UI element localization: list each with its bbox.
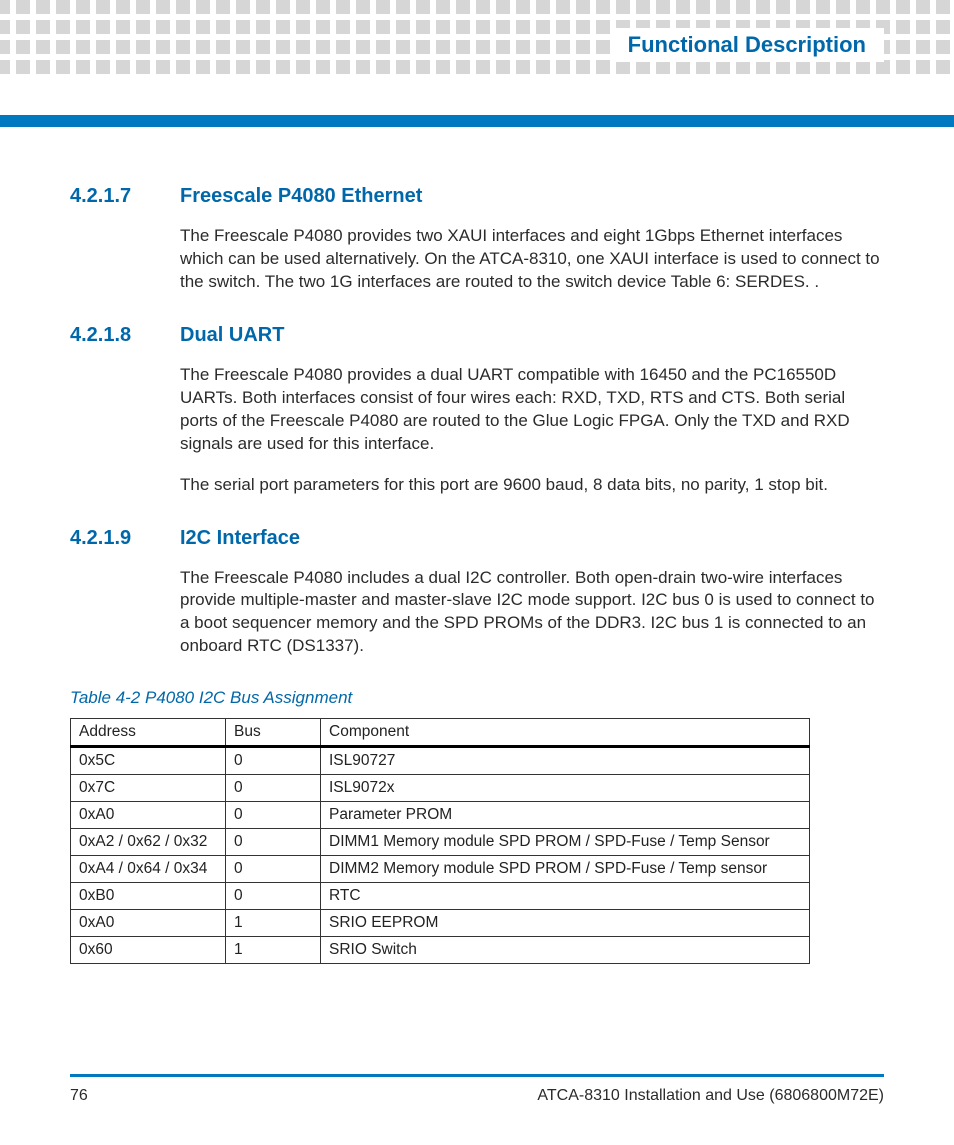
- section-title: I2C Interface: [180, 527, 884, 550]
- section-heading: 4.2.1.7 Freescale P4080 Ethernet: [70, 185, 884, 208]
- header-title-container: Functional Description: [610, 28, 884, 62]
- table-row: 0x5C0ISL90727: [71, 747, 810, 775]
- page-section-title: Functional Description: [628, 32, 866, 57]
- section-title: Dual UART: [180, 324, 884, 347]
- page-content: 4.2.1.7 Freescale P4080 Ethernet The Fre…: [70, 185, 884, 964]
- table-caption: Table 4-2 P4080 I2C Bus Assignment: [70, 688, 884, 708]
- i2c-bus-table: Address Bus Component 0x5C0ISL907270x7C0…: [70, 718, 810, 964]
- table-cell: SRIO EEPROM: [321, 910, 810, 937]
- table-cell: SRIO Switch: [321, 937, 810, 964]
- header-dot-pattern: Functional Description: [0, 0, 954, 90]
- table-header-cell: Address: [71, 719, 226, 747]
- header-divider-bar: [0, 115, 954, 127]
- section-title: Freescale P4080 Ethernet: [180, 185, 884, 208]
- table-header-row: Address Bus Component: [71, 719, 810, 747]
- table-cell: 0x60: [71, 937, 226, 964]
- table-row: 0xA4 / 0x64 / 0x340DIMM2 Memory module S…: [71, 856, 810, 883]
- section-heading: 4.2.1.9 I2C Interface: [70, 527, 884, 550]
- paragraph: The Freescale P4080 provides two XAUI in…: [180, 225, 884, 294]
- document-title: ATCA-8310 Installation and Use (6806800M…: [537, 1087, 884, 1105]
- table-row: 0x601SRIO Switch: [71, 937, 810, 964]
- table-cell: 0: [226, 802, 321, 829]
- table-cell: 0x7C: [71, 775, 226, 802]
- table-cell: 0: [226, 856, 321, 883]
- page-number: 76: [70, 1087, 88, 1105]
- footer-divider: [70, 1074, 884, 1077]
- table-row: 0xB00RTC: [71, 883, 810, 910]
- table-cell: 1: [226, 910, 321, 937]
- table-cell: 0xA0: [71, 910, 226, 937]
- section-number: 4.2.1.9: [70, 527, 180, 550]
- table-cell: 0: [226, 883, 321, 910]
- table-cell: 0xB0: [71, 883, 226, 910]
- page-footer: 76 ATCA-8310 Installation and Use (68068…: [70, 1074, 884, 1105]
- paragraph: The Freescale P4080 includes a dual I2C …: [180, 567, 884, 659]
- table-cell: 0xA4 / 0x64 / 0x34: [71, 856, 226, 883]
- table-cell: 0xA0: [71, 802, 226, 829]
- table-row: 0xA2 / 0x62 / 0x320DIMM1 Memory module S…: [71, 829, 810, 856]
- section-heading: 4.2.1.8 Dual UART: [70, 324, 884, 347]
- table-cell: 0x5C: [71, 747, 226, 775]
- table-cell: ISL9072x: [321, 775, 810, 802]
- section-number: 4.2.1.7: [70, 185, 180, 208]
- section-number: 4.2.1.8: [70, 324, 180, 347]
- table-row: 0xA01SRIO EEPROM: [71, 910, 810, 937]
- table-cell: 0xA2 / 0x62 / 0x32: [71, 829, 226, 856]
- table-cell: 0: [226, 829, 321, 856]
- table-cell: DIMM1 Memory module SPD PROM / SPD-Fuse …: [321, 829, 810, 856]
- table-row: 0xA00Parameter PROM: [71, 802, 810, 829]
- paragraph: The serial port parameters for this port…: [180, 474, 884, 497]
- table-row: 0x7C0ISL9072x: [71, 775, 810, 802]
- table-header-cell: Component: [321, 719, 810, 747]
- table-cell: ISL90727: [321, 747, 810, 775]
- table-cell: RTC: [321, 883, 810, 910]
- table-header-cell: Bus: [226, 719, 321, 747]
- paragraph: The Freescale P4080 provides a dual UART…: [180, 364, 884, 456]
- table-cell: 0: [226, 747, 321, 775]
- table-cell: Parameter PROM: [321, 802, 810, 829]
- table-cell: 0: [226, 775, 321, 802]
- table-cell: 1: [226, 937, 321, 964]
- table-cell: DIMM2 Memory module SPD PROM / SPD-Fuse …: [321, 856, 810, 883]
